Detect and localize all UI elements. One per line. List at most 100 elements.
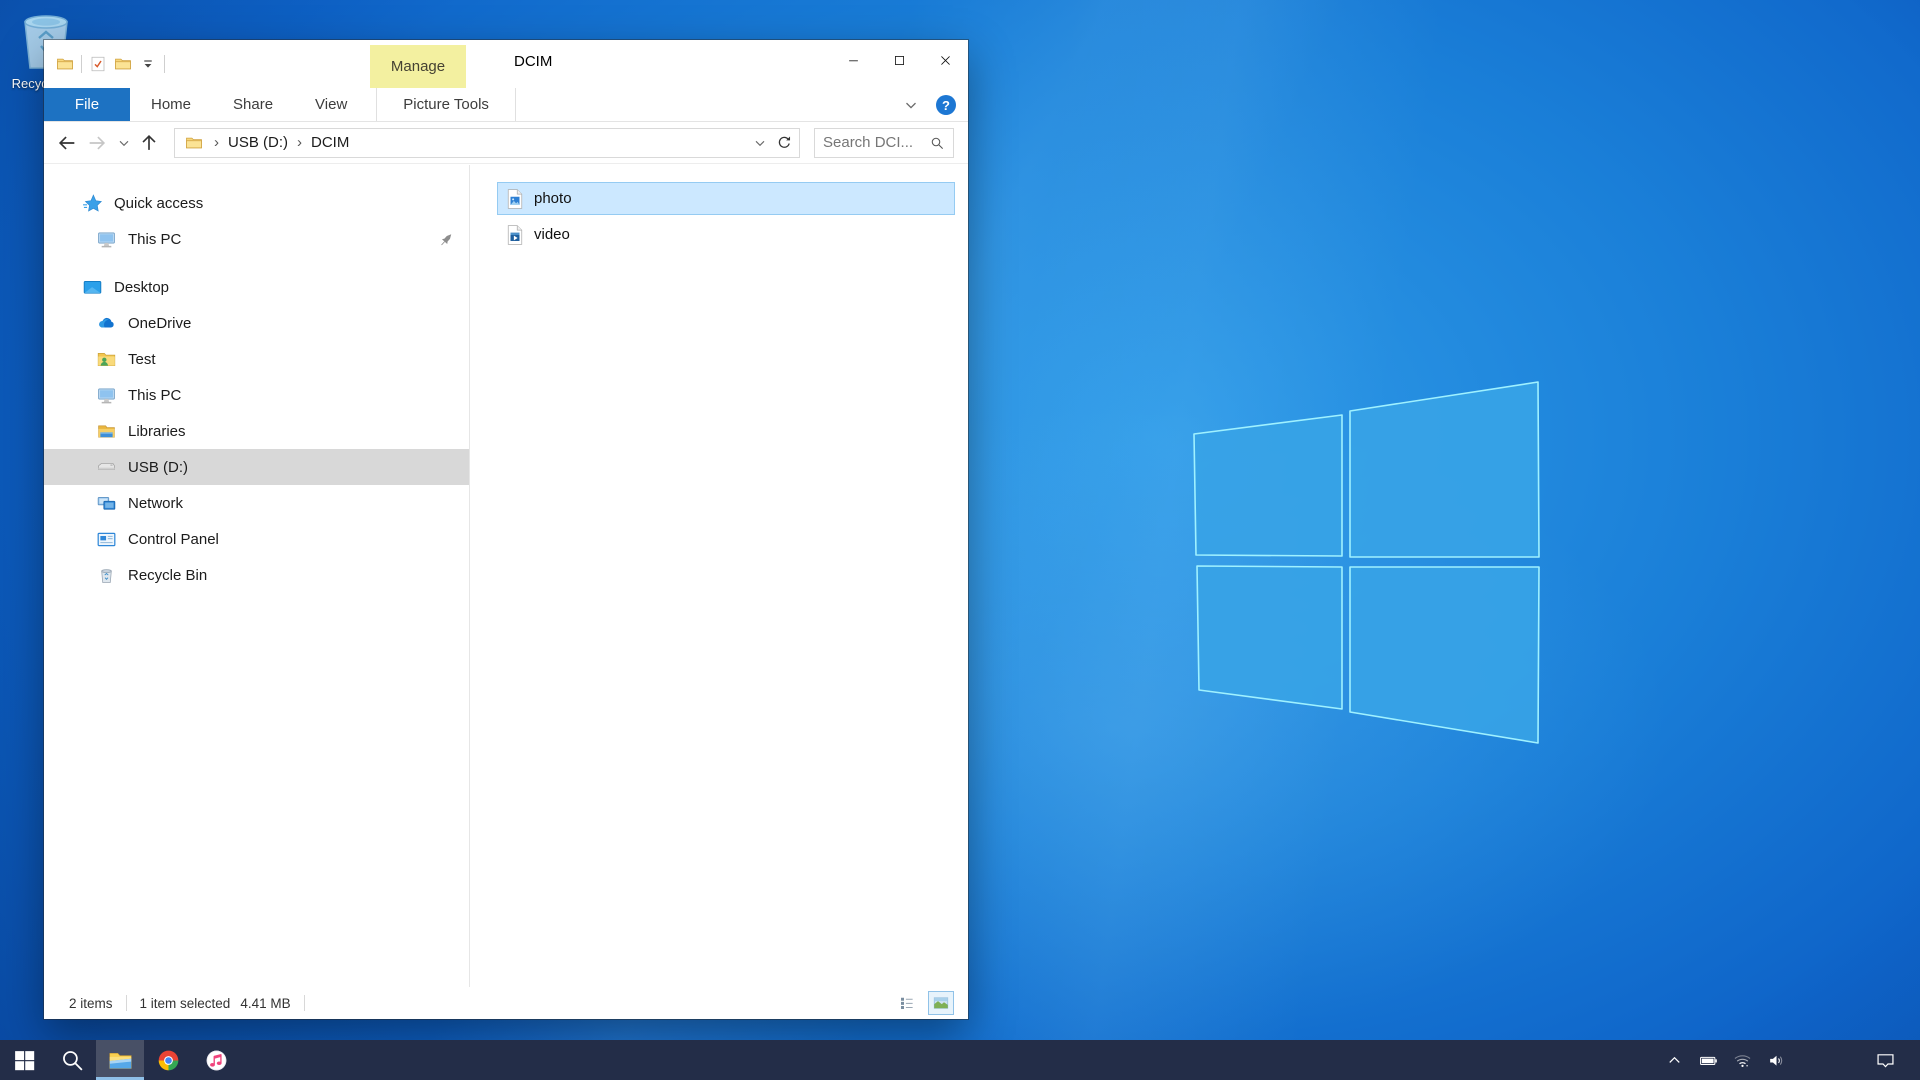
sidebar-item-this-pc[interactable]: This PC	[44, 377, 469, 413]
folder-icon[interactable]	[56, 55, 74, 73]
action-center-button[interactable]	[1864, 1040, 1906, 1080]
navigation-pane: Quick access This PC Desktop OneDrive Test Th…	[44, 165, 470, 987]
this-pc-icon	[96, 229, 117, 250]
close-button[interactable]	[922, 40, 968, 80]
windows-start-icon	[12, 1048, 37, 1073]
taskbar	[0, 1040, 1920, 1080]
properties-check-icon[interactable]	[89, 55, 107, 73]
breadcrumb-separator: ›	[205, 134, 228, 151]
qat-separator	[81, 55, 82, 73]
tray-volume[interactable]	[1767, 1051, 1786, 1070]
forward-button[interactable]	[86, 132, 108, 154]
breadcrumb-separator: ›	[288, 134, 311, 151]
qat-separator	[164, 55, 165, 73]
quick-access-toolbar	[56, 40, 165, 88]
status-separator	[304, 995, 305, 1011]
sidebar-item-label: Test	[128, 351, 156, 368]
status-bar: 2 items 1 item selected 4.41 MB	[44, 987, 968, 1019]
video-file-icon	[506, 224, 524, 246]
quick-access-star-icon	[82, 193, 103, 214]
onedrive-icon	[96, 313, 117, 334]
libraries-icon	[96, 421, 117, 442]
sidebar-item-label: OneDrive	[128, 315, 191, 332]
sidebar-item-network[interactable]: Network	[44, 485, 469, 521]
tab-file[interactable]: File	[44, 88, 130, 121]
sidebar-item-control-panel[interactable]: Control Panel	[44, 521, 469, 557]
file-item-video[interactable]: video	[497, 218, 955, 251]
folder-icon[interactable]	[114, 55, 132, 73]
sidebar-item-label: This PC	[128, 387, 181, 404]
sidebar-item-test[interactable]: Test	[44, 341, 469, 377]
ribbon-collapse-chevron-icon[interactable]	[902, 96, 920, 114]
network-icon	[96, 493, 117, 514]
chrome-icon	[156, 1048, 181, 1073]
thumbnail-view-button[interactable]	[928, 991, 954, 1015]
file-name: video	[534, 226, 570, 243]
search-icon[interactable]	[929, 135, 945, 151]
taskbar-button-itunes[interactable]	[192, 1040, 240, 1080]
file-item-photo[interactable]: photo	[497, 182, 955, 215]
back-button[interactable]	[56, 132, 78, 154]
sidebar-item-quick-access[interactable]: Quick access	[44, 185, 469, 221]
sidebar-item-label: Desktop	[114, 279, 169, 296]
sidebar-item-desktop[interactable]: Desktop	[44, 269, 469, 305]
tab-picture-tools[interactable]: Picture Tools	[376, 88, 516, 121]
status-separator	[126, 995, 127, 1011]
tray-hidden-icons[interactable]	[1665, 1051, 1684, 1070]
tray-battery[interactable]	[1699, 1051, 1718, 1070]
taskbar-button-start[interactable]	[0, 1040, 48, 1080]
help-icon[interactable]: ?	[936, 95, 956, 115]
system-tray	[1665, 1040, 1786, 1080]
up-button[interactable]	[138, 132, 160, 154]
sidebar-item-label: Libraries	[128, 423, 186, 440]
refresh-icon[interactable]	[776, 134, 793, 151]
sidebar-item-this-pc[interactable]: This PC	[44, 221, 469, 257]
maximize-icon	[892, 53, 907, 68]
sidebar-item-usb-d[interactable]: USB (D:)	[44, 449, 469, 485]
taskbar-buttons	[0, 1040, 240, 1080]
control-panel-icon	[96, 529, 117, 550]
search-placeholder: Search DCI...	[823, 134, 929, 151]
tab-home[interactable]: Home	[130, 88, 212, 121]
file-name: photo	[534, 190, 572, 207]
customize-chevron-icon[interactable]	[139, 55, 157, 73]
breadcrumb-item-usb-d[interactable]: USB (D:)	[228, 134, 288, 151]
user-folder-icon	[96, 349, 117, 370]
breadcrumb-item-dcim[interactable]: DCIM	[311, 134, 349, 151]
recycle-bin-icon	[96, 565, 117, 586]
taskbar-button-search[interactable]	[48, 1040, 96, 1080]
usb-drive-icon	[96, 457, 117, 478]
desktop-icon	[82, 277, 103, 298]
location-folder-icon	[185, 134, 203, 152]
itunes-icon	[204, 1048, 229, 1073]
taskbar-button-chrome[interactable]	[144, 1040, 192, 1080]
sidebar-item-label: This PC	[128, 231, 181, 248]
file-explorer-window: Manage DCIM File Home Share View Picture…	[44, 40, 968, 1019]
breadcrumb: ›USB (D:)›DCIM	[205, 129, 349, 157]
tab-share[interactable]: Share	[212, 88, 294, 121]
address-dropdown-chevron[interactable]	[752, 135, 768, 151]
taskbar-button-file-explorer[interactable]	[96, 1040, 144, 1080]
tab-view[interactable]: View	[294, 88, 368, 121]
tab-manage[interactable]: Manage	[370, 45, 466, 88]
sidebar-item-recycle-bin[interactable]: Recycle Bin	[44, 557, 469, 593]
details-view-button[interactable]	[894, 991, 920, 1015]
ribbon-tabs: File Home Share View Picture Tools ?	[44, 88, 968, 122]
sidebar-item-onedrive[interactable]: OneDrive	[44, 305, 469, 341]
maximize-button[interactable]	[876, 40, 922, 80]
recent-locations-chevron[interactable]	[116, 135, 132, 151]
minimize-icon	[846, 53, 861, 68]
sidebar-item-label: Quick access	[114, 195, 203, 212]
search-input[interactable]: Search DCI...	[814, 128, 954, 158]
close-icon	[938, 53, 953, 68]
address-bar[interactable]: ›USB (D:)›DCIM	[174, 128, 800, 158]
sidebar-item-libraries[interactable]: Libraries	[44, 413, 469, 449]
file-list: photo video	[470, 165, 968, 987]
tray-wifi[interactable]	[1733, 1051, 1752, 1070]
minimize-button[interactable]	[830, 40, 876, 80]
sidebar-item-label: Control Panel	[128, 531, 219, 548]
selection-count: 1 item selected	[140, 996, 231, 1011]
window-title: DCIM	[514, 40, 552, 84]
image-file-icon	[506, 188, 524, 210]
sidebar-item-label: Recycle Bin	[128, 567, 207, 584]
